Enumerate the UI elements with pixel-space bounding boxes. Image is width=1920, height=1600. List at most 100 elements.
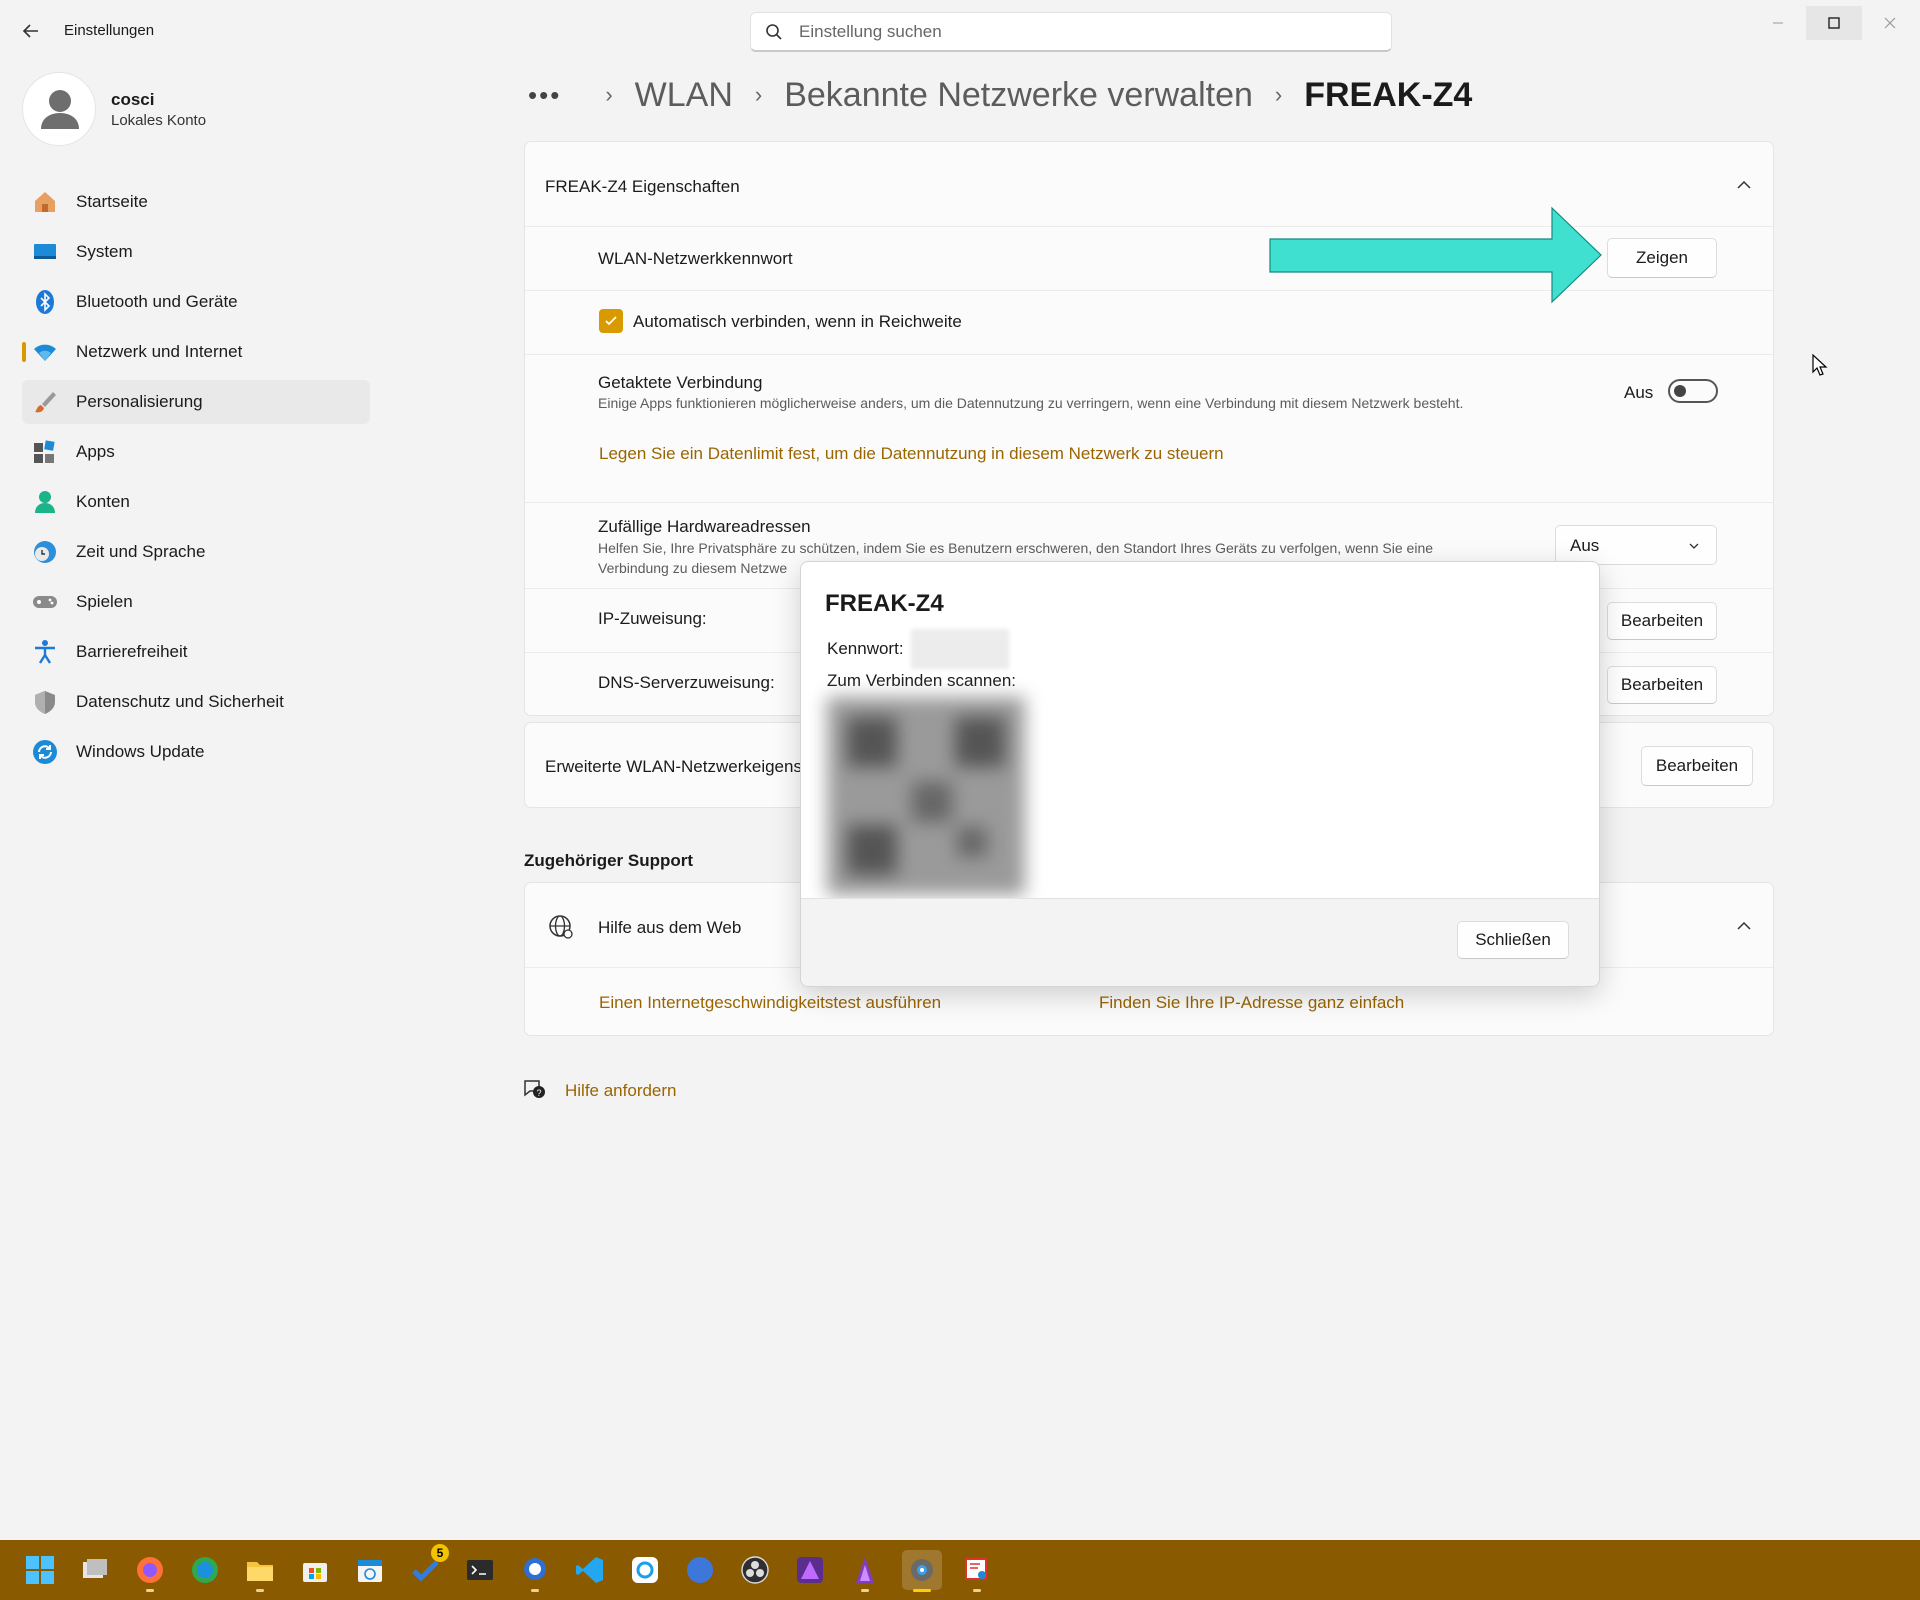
sidebar-item-label: Bluetooth und Geräte: [76, 292, 238, 311]
sidebar-item-label: Zeit und Sprache: [76, 542, 206, 561]
sidebar-item-apps[interactable]: Apps: [22, 430, 370, 474]
help-web-label: Hilfe aus dem Web: [598, 918, 742, 937]
dns-edit-button[interactable]: Bearbeiten: [1607, 666, 1717, 704]
metered-toggle[interactable]: [1668, 379, 1718, 403]
person-icon: [41, 90, 79, 129]
maximize-button[interactable]: [1806, 6, 1862, 40]
breadcrumb: ••• › WLAN › Bekannte Netzwerke verwalte…: [528, 70, 1472, 120]
checkmark-icon: [605, 316, 617, 326]
taskbar-terminal[interactable]: [460, 1550, 500, 1590]
sidebar-item-label: Spielen: [76, 592, 133, 611]
sidebar-item-zeit[interactable]: Zeit und Sprache: [22, 530, 370, 574]
edge-icon: [192, 1557, 218, 1583]
taskbar-calendar[interactable]: [350, 1550, 390, 1590]
sidebar-item-barrierefreiheit[interactable]: Barrierefreiheit: [22, 630, 370, 674]
notification-badge: 5: [431, 1544, 449, 1562]
metered-description: Einige Apps funktionieren möglicherweise…: [598, 395, 1464, 411]
auto-connect-label: Automatisch verbinden, wenn in Reichweit…: [633, 312, 962, 331]
taskbar-settings[interactable]: [902, 1550, 942, 1592]
settings-icon: [911, 1559, 933, 1581]
taskbar-affinity-photo[interactable]: [790, 1550, 830, 1590]
user-profile[interactable]: cosci Lokales Konto: [22, 72, 362, 148]
advanced-edit-button[interactable]: Bearbeiten: [1641, 746, 1753, 786]
dialog-close-button[interactable]: Schließen: [1457, 921, 1569, 959]
sidebar-item-spielen[interactable]: Spielen: [22, 580, 370, 624]
breadcrumb-item-known-networks[interactable]: Bekannte Netzwerke verwalten: [784, 76, 1253, 115]
auto-connect-checkbox[interactable]: [599, 309, 623, 333]
taskbar-task-view[interactable]: [75, 1550, 115, 1590]
password-dialog: FREAK-Z4 Kennwort: •••••••• Zum Verbinde…: [800, 561, 1600, 987]
obs-icon: [741, 1556, 769, 1584]
sidebar-item-system[interactable]: System: [22, 230, 370, 274]
chevron-right-icon: ›: [1274, 82, 1283, 107]
bluetooth-icon: [32, 289, 58, 315]
sidebar-item-netzwerk[interactable]: Netzwerk und Internet: [22, 330, 370, 374]
breadcrumb-item-wlan[interactable]: WLAN: [635, 76, 733, 115]
store-icon: [303, 1563, 327, 1582]
wifi-icon: [32, 339, 58, 365]
sidebar-item-windows-update[interactable]: Windows Update: [22, 730, 370, 774]
taskbar-vscode[interactable]: [570, 1550, 610, 1590]
snipping-tool-icon: [965, 1558, 987, 1580]
support-section-title: Zugehöriger Support: [524, 851, 694, 870]
taskbar-start[interactable]: [20, 1550, 60, 1590]
brush-icon: [32, 389, 58, 415]
sidebar-item-label: Konten: [76, 492, 130, 511]
taskbar-todo[interactable]: 5: [405, 1544, 449, 1590]
profile-account-type: Lokales Konto: [111, 112, 207, 129]
dropdown-value: Aus: [1570, 536, 1600, 555]
close-icon: [1884, 17, 1896, 29]
toggle-knob: [1674, 385, 1686, 397]
sidebar-item-label: Personalisierung: [76, 392, 203, 411]
taskbar-chat[interactable]: [515, 1550, 555, 1592]
sidebar-item-datenschutz[interactable]: Datenschutz und Sicherheit: [22, 680, 370, 724]
search-input[interactable]: [799, 21, 1359, 42]
sidebar-item-personalisierung[interactable]: Personalisierung: [22, 380, 370, 424]
back-button[interactable]: [16, 16, 46, 46]
chevron-up-icon[interactable]: [1735, 917, 1753, 935]
help-chat-icon: ?: [524, 1080, 545, 1098]
dialog-footer: Schließen: [801, 898, 1599, 986]
taskbar-affinity-designer[interactable]: [845, 1550, 885, 1592]
svg-text:?: ?: [536, 1088, 541, 1098]
metered-state-label: Aus: [1624, 383, 1654, 402]
mouse-cursor-icon: [1812, 354, 1828, 376]
random-hw-description-2: Verbindung zu diesem Netzwe: [598, 560, 788, 576]
metered-title: Getaktete Verbindung: [598, 373, 763, 392]
sidebar-item-startseite[interactable]: Startseite: [22, 180, 370, 224]
speedtest-link[interactable]: Einen Internetgeschwindigkeitstest ausfü…: [599, 993, 941, 1013]
show-password-button[interactable]: Zeigen: [1607, 238, 1717, 278]
taskbar-firefox[interactable]: [130, 1550, 170, 1592]
taskbar-obs[interactable]: [735, 1550, 775, 1590]
data-limit-link[interactable]: Legen Sie ein Datenlimit fest, um die Da…: [599, 444, 1224, 464]
selection-indicator: [22, 342, 26, 362]
get-help-link[interactable]: Hilfe anfordern: [565, 1081, 677, 1101]
chevron-up-icon[interactable]: [1735, 176, 1753, 194]
find-ip-link[interactable]: Finden Sie Ihre IP-Adresse ganz einfach: [1099, 993, 1404, 1013]
app-title: Einstellungen: [64, 22, 155, 39]
shield-icon: [32, 689, 58, 715]
sidebar-item-konten[interactable]: Konten: [22, 480, 370, 524]
sidebar-item-bluetooth[interactable]: Bluetooth und Geräte: [22, 280, 370, 324]
sidebar-item-label: Barrierefreiheit: [76, 642, 188, 661]
breadcrumb-more-button[interactable]: •••: [528, 80, 561, 111]
home-icon: [32, 189, 58, 215]
taskbar-edge[interactable]: [185, 1550, 225, 1590]
close-button[interactable]: [1862, 6, 1918, 40]
qr-code-image: [827, 697, 1025, 895]
task-view-icon: [83, 1559, 107, 1578]
taskbar-snipping-tool[interactable]: [957, 1550, 997, 1592]
back-arrow-icon: [22, 24, 38, 38]
random-hw-dropdown[interactable]: Aus: [1555, 525, 1717, 565]
search-box[interactable]: [750, 12, 1392, 52]
taskbar-store[interactable]: [295, 1550, 335, 1590]
chat-icon: [524, 1558, 546, 1580]
canva-icon: [687, 1557, 713, 1583]
minimize-button[interactable]: [1750, 6, 1806, 40]
sidebar-item-label: Startseite: [76, 192, 148, 211]
ip-edit-button[interactable]: Bearbeiten: [1607, 602, 1717, 640]
taskbar-file-explorer[interactable]: [240, 1550, 280, 1592]
taskbar-canva[interactable]: [680, 1550, 720, 1590]
update-icon: [32, 739, 58, 765]
taskbar-sync[interactable]: [625, 1550, 665, 1590]
